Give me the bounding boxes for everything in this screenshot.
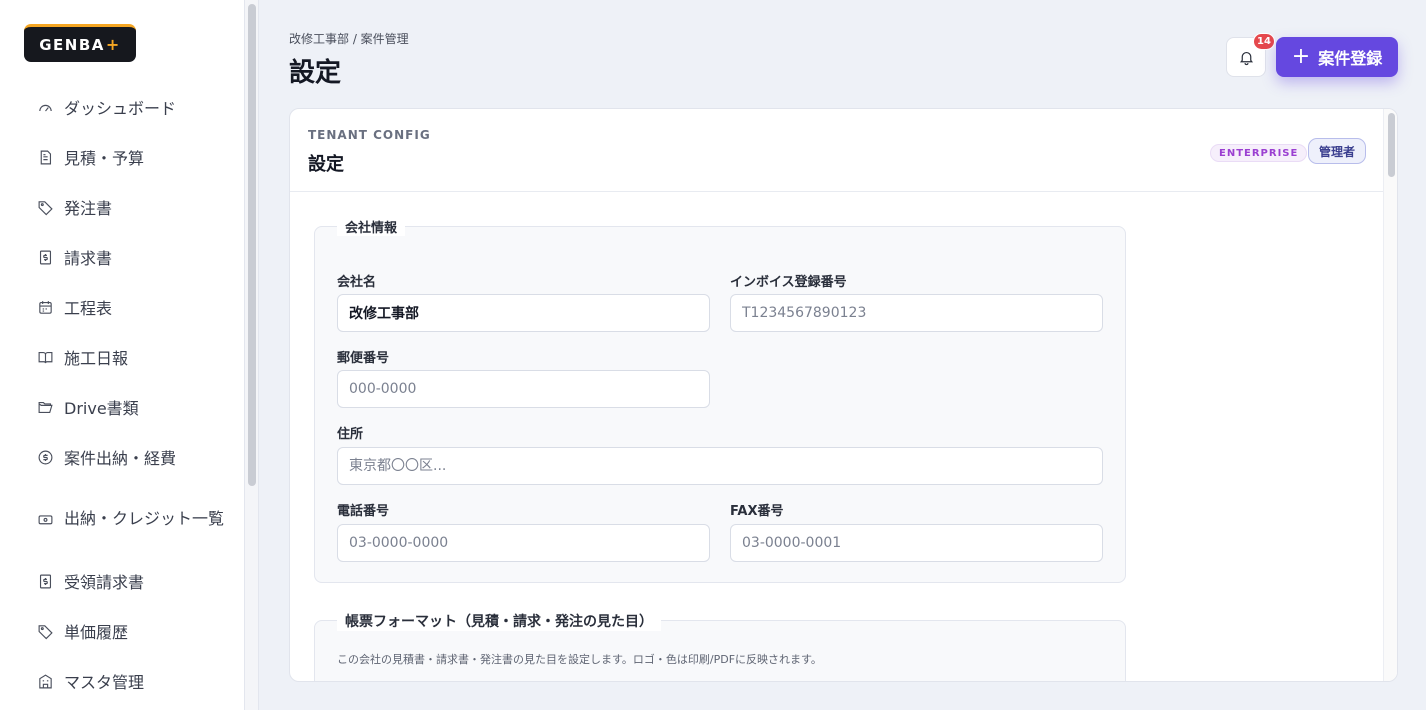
invoice-icon <box>36 572 54 590</box>
settings-card: TENANT CONFIG 設定 ENTERPRISE 管理者 会社情報 会社名… <box>289 108 1398 682</box>
role-badge: 管理者 <box>1308 138 1367 164</box>
sidebar-item-label: 工程表 <box>64 299 113 318</box>
card-icon <box>36 510 54 528</box>
sidebar: GENBA + ダッシュボード 見積・予算 発注書 請求書 工程表 施工日報 D… <box>0 0 245 710</box>
company-name-label: 会社名 <box>337 275 377 290</box>
tag-icon <box>36 198 54 216</box>
document-format-section: 帳票フォーマット（見積・請求・発注の見た目） この会社の見積書・請求書・発注書の… <box>314 611 1126 681</box>
folder-icon <box>36 398 54 416</box>
sidebar-item-label: 請求書 <box>64 249 113 268</box>
phone-label: 電話番号 <box>337 504 390 519</box>
scrollbar-thumb[interactable] <box>1388 113 1395 177</box>
logo-plus: + <box>105 35 121 54</box>
sidebar-scrollbar[interactable] <box>245 0 259 710</box>
bell-icon <box>1239 51 1253 65</box>
gauge-icon <box>36 98 54 116</box>
address-input[interactable] <box>337 447 1103 485</box>
plus-icon: + <box>1291 43 1311 69</box>
sidebar-nav: ダッシュボード 見積・予算 発注書 請求書 工程表 施工日報 Drive書類 案… <box>0 82 245 706</box>
sidebar-item-drive[interactable]: Drive書類 <box>0 382 245 432</box>
card-scrollbar[interactable] <box>1383 109 1397 681</box>
breadcrumb: 改修工事部 / 案件管理 <box>289 32 409 46</box>
invoice-number-label: インボイス登録番号 <box>730 275 847 290</box>
sidebar-item-estimate[interactable]: 見積・予算 <box>0 132 245 182</box>
fax-input[interactable] <box>730 524 1103 562</box>
sidebar-item-label: 出納・クレジット一覧 <box>64 509 225 528</box>
genba-logo[interactable]: GENBA + <box>24 24 136 62</box>
register-project-label: 案件登録 <box>1318 49 1383 68</box>
phone-input[interactable] <box>337 524 710 562</box>
sidebar-item-label: 発注書 <box>64 199 113 218</box>
scrollbar-thumb[interactable] <box>248 4 256 486</box>
sidebar-item-label: 受領請求書 <box>64 573 145 592</box>
postal-code-input[interactable] <box>337 370 710 408</box>
address-label: 住所 <box>337 427 364 442</box>
sidebar-item-received-invoice[interactable]: 受領請求書 <box>0 556 245 606</box>
sidebar-item-label: 案件出納・経費 <box>64 449 177 468</box>
postal-code-label: 郵便番号 <box>337 351 390 366</box>
building-icon <box>36 672 54 690</box>
sidebar-item-purchase-order[interactable]: 発注書 <box>0 182 245 232</box>
register-project-button[interactable]: + 案件登録 <box>1276 37 1398 77</box>
tag-icon <box>36 622 54 640</box>
card-title: 設定 <box>308 154 344 175</box>
card-header: TENANT CONFIG 設定 ENTERPRISE 管理者 <box>290 109 1383 192</box>
company-info-section: 会社情報 会社名 インボイス登録番号 郵便番号 住所 電話番号 FAX番号 <box>314 217 1126 583</box>
sidebar-item-label: 施工日報 <box>64 349 129 368</box>
sidebar-item-label: 単価履歴 <box>64 623 129 642</box>
sidebar-item-master[interactable]: マスタ管理 <box>0 656 245 706</box>
sidebar-item-unit-price[interactable]: 単価履歴 <box>0 606 245 656</box>
sidebar-item-dashboard[interactable]: ダッシュボード <box>0 82 245 132</box>
notification-badge: 14 <box>1253 33 1275 50</box>
sidebar-item-label: マスタ管理 <box>64 673 145 692</box>
card-eyebrow: TENANT CONFIG <box>308 128 431 142</box>
section-legend: 帳票フォーマット（見積・請求・発注の見た目） <box>337 611 661 631</box>
page-title: 設定 <box>289 58 342 88</box>
sidebar-item-label: ダッシュボード <box>64 99 177 118</box>
sidebar-item-project-cash[interactable]: 案件出納・経費 <box>0 432 245 482</box>
book-icon <box>36 348 54 366</box>
fax-label: FAX番号 <box>730 504 784 519</box>
invoice-icon <box>36 248 54 266</box>
logo-text: GENBA <box>39 35 105 54</box>
invoice-number-input[interactable] <box>730 294 1103 332</box>
format-description: この会社の見積書・請求書・発注書の見た目を設定します。ロゴ・色は印刷/PDFに反… <box>337 653 822 666</box>
sidebar-item-label: 見積・予算 <box>64 149 145 168</box>
calendar-icon <box>36 298 54 316</box>
sidebar-item-daily-report[interactable]: 施工日報 <box>0 332 245 382</box>
sidebar-item-label: Drive書類 <box>64 399 139 418</box>
dollar-circle-icon <box>36 448 54 466</box>
sidebar-item-credit-list[interactable]: 出納・クレジット一覧 <box>0 482 245 556</box>
company-name-input[interactable] <box>337 294 710 332</box>
sidebar-item-invoice[interactable]: 請求書 <box>0 232 245 282</box>
sidebar-item-schedule[interactable]: 工程表 <box>0 282 245 332</box>
plan-badge: ENTERPRISE <box>1210 144 1308 162</box>
document-icon <box>36 148 54 166</box>
section-legend: 会社情報 <box>337 217 406 236</box>
